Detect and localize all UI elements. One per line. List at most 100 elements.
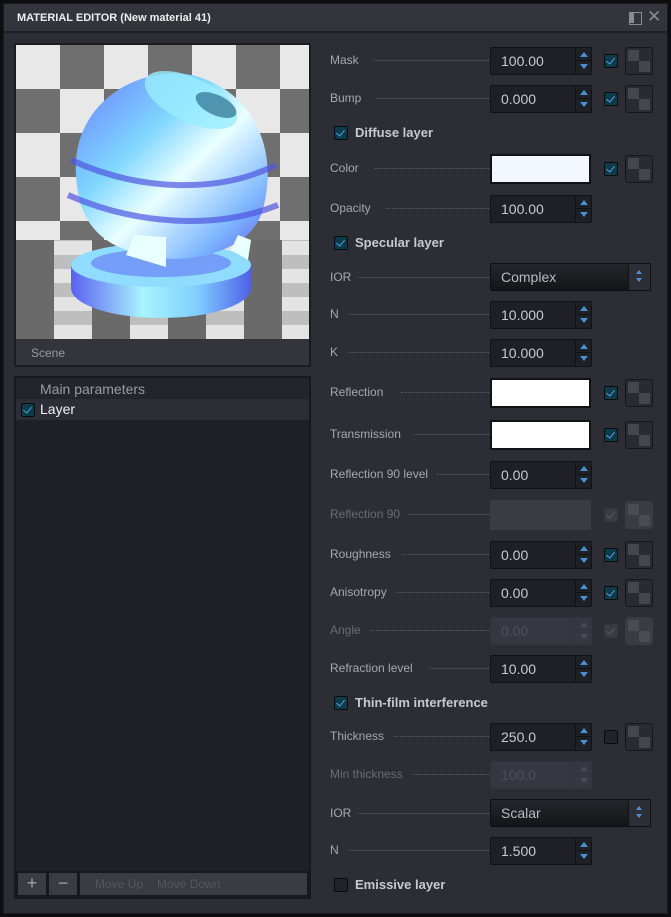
- decrement-icon[interactable]: [580, 478, 588, 483]
- thin-film-ior-select[interactable]: Scalar: [490, 799, 651, 827]
- angle-texture-button: [625, 617, 653, 645]
- mask-input[interactable]: 100.00: [490, 47, 592, 75]
- leader-dots: [396, 592, 493, 593]
- anisotropy-checkbox[interactable]: [604, 586, 618, 600]
- color-texture-button[interactable]: [625, 155, 653, 183]
- select-arrows-icon[interactable]: [628, 264, 650, 290]
- leader-dots: [402, 554, 493, 555]
- reflection90-level-input[interactable]: 0.00: [490, 461, 592, 489]
- leader-dots: [348, 314, 493, 315]
- decrement-icon[interactable]: [580, 212, 588, 217]
- bump-value: 0.000: [501, 91, 537, 107]
- select-arrows-icon[interactable]: [628, 800, 650, 826]
- reflection90-checkbox: [604, 508, 618, 522]
- decrement-icon[interactable]: [580, 102, 588, 107]
- ior-select[interactable]: Complex: [490, 263, 651, 291]
- refraction-level-input[interactable]: 10.00: [490, 655, 592, 683]
- increment-icon[interactable]: [580, 344, 588, 349]
- roughness-checkbox[interactable]: [604, 548, 618, 562]
- diffuse-layer-checkbox[interactable]: [334, 126, 348, 140]
- opacity-input[interactable]: 100.00: [490, 195, 592, 223]
- increment-icon[interactable]: [580, 842, 588, 847]
- increment-icon[interactable]: [580, 466, 588, 471]
- bump-input[interactable]: 0.000: [490, 85, 592, 113]
- increment-icon[interactable]: [580, 660, 588, 665]
- leader-dots: [358, 813, 493, 814]
- refraction-level-row: Refraction level 10.00: [330, 654, 660, 684]
- thickness-checkbox[interactable]: [604, 730, 618, 744]
- transmission-texture-button[interactable]: [625, 421, 653, 449]
- specular-layer-checkbox[interactable]: [334, 236, 348, 250]
- decrement-icon[interactable]: [580, 596, 588, 601]
- increment-icon[interactable]: [580, 200, 588, 205]
- emissive-layer-checkbox[interactable]: [334, 878, 348, 892]
- roughness-row: Roughness 0.00: [330, 540, 660, 570]
- mask-checkbox[interactable]: [604, 54, 618, 68]
- decrement-icon[interactable]: [580, 672, 588, 677]
- reflection-label: Reflection: [330, 385, 384, 399]
- dock-icon[interactable]: [628, 11, 642, 25]
- leader-dots: [348, 352, 493, 353]
- bump-checkbox[interactable]: [604, 92, 618, 106]
- roughness-label: Roughness: [330, 547, 391, 561]
- color-swatch[interactable]: [490, 154, 591, 184]
- increment-icon[interactable]: [580, 52, 588, 57]
- increment-icon[interactable]: [580, 90, 588, 95]
- color-checkbox[interactable]: [604, 162, 618, 176]
- reflection90-row: Reflection 90: [330, 500, 660, 530]
- ior-label: IOR: [330, 806, 352, 820]
- layers-header[interactable]: Main parameters: [16, 378, 309, 399]
- reflection-texture-button[interactable]: [625, 379, 653, 407]
- reflection-checkbox[interactable]: [604, 386, 618, 400]
- layer-enabled-checkbox[interactable]: [21, 403, 35, 417]
- leader-dots: [358, 277, 493, 278]
- n-input[interactable]: 10.000: [490, 301, 592, 329]
- decrement-icon[interactable]: [580, 64, 588, 69]
- reflection-swatch[interactable]: [490, 378, 591, 408]
- opacity-row: Opacity 100.00: [330, 194, 660, 224]
- roughness-value: 0.00: [501, 547, 529, 563]
- move-up-button[interactable]: Move Up: [95, 877, 143, 891]
- move-down-button[interactable]: Move Down: [157, 877, 220, 891]
- layer-item[interactable]: Layer: [16, 399, 309, 420]
- thin-film-checkbox[interactable]: [334, 696, 348, 710]
- thin-film-n-input[interactable]: 1.500: [490, 837, 592, 865]
- decrement-icon[interactable]: [580, 356, 588, 361]
- transmission-checkbox[interactable]: [604, 428, 618, 442]
- decrement-icon[interactable]: [580, 740, 588, 745]
- leader-dots: [386, 208, 493, 209]
- preview-render[interactable]: [16, 45, 309, 339]
- leader-dots: [414, 434, 493, 435]
- scene-selector[interactable]: Scene: [16, 339, 309, 365]
- anisotropy-texture-button[interactable]: [625, 579, 653, 607]
- specular-n-row: N 10.000: [330, 300, 660, 330]
- anisotropy-input[interactable]: 0.00: [490, 579, 592, 607]
- mask-texture-button[interactable]: [625, 47, 653, 75]
- thickness-texture-button[interactable]: [625, 723, 653, 751]
- n-value: 10.000: [501, 307, 544, 323]
- roughness-texture-button[interactable]: [625, 541, 653, 569]
- color-row: Color: [330, 154, 660, 184]
- remove-layer-button[interactable]: −: [49, 873, 77, 895]
- decrement-icon[interactable]: [580, 854, 588, 859]
- leader-dots: [348, 850, 493, 851]
- k-input[interactable]: 10.000: [490, 339, 592, 367]
- increment-icon[interactable]: [580, 728, 588, 733]
- thickness-input[interactable]: 250.0: [490, 723, 592, 751]
- increment-icon[interactable]: [580, 584, 588, 589]
- add-layer-button[interactable]: +: [18, 873, 46, 895]
- refraction-level-value: 10.00: [501, 661, 537, 677]
- decrement-icon[interactable]: [580, 318, 588, 323]
- leader-dots: [377, 98, 493, 99]
- transmission-swatch[interactable]: [490, 420, 591, 450]
- increment-icon[interactable]: [580, 546, 588, 551]
- bump-texture-button[interactable]: [625, 85, 653, 113]
- increment-icon[interactable]: [580, 306, 588, 311]
- scene-label: Scene: [31, 346, 66, 360]
- mask-row: Mask 100.00: [330, 46, 660, 76]
- close-icon[interactable]: ✕: [647, 8, 661, 25]
- decrement-icon[interactable]: [580, 558, 588, 563]
- layers-footer: + − Move Up Move Down: [16, 871, 309, 897]
- transmission-row: Transmission: [330, 420, 660, 450]
- roughness-input[interactable]: 0.00: [490, 541, 592, 569]
